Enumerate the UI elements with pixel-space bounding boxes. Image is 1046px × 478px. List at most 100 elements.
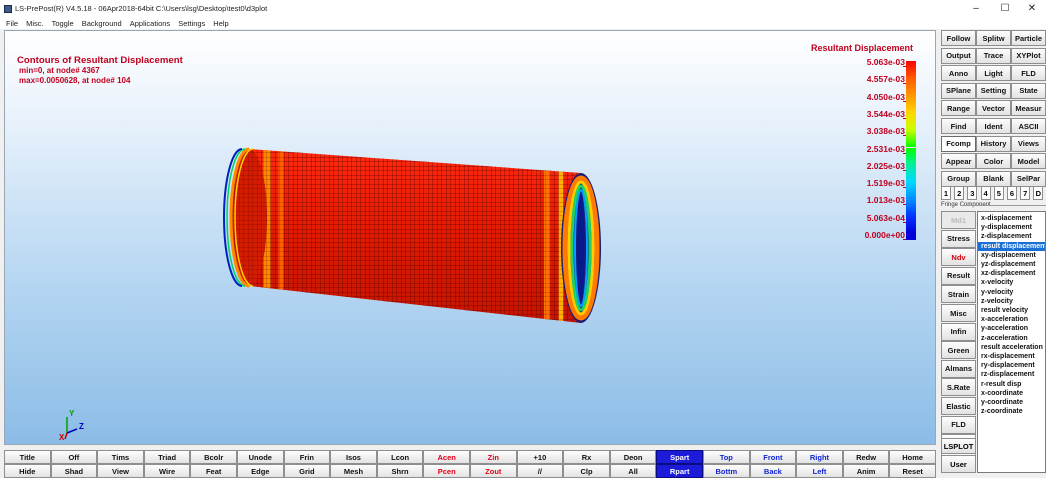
component-x-velocity[interactable]: x-velocity (978, 278, 1045, 287)
toolbar-left-button[interactable]: Left (796, 464, 843, 478)
toolbar-bcolr-button[interactable]: Bcolr (190, 450, 237, 464)
page-tab-1[interactable]: 1 (941, 186, 951, 200)
page-tab-5[interactable]: 5 (993, 186, 1004, 200)
btn-trace[interactable]: Trace (976, 47, 1011, 64)
page-tab-3[interactable]: 3 (967, 186, 978, 200)
component-y-displacement[interactable]: y-displacement (978, 223, 1045, 232)
toolbar-clp-button[interactable]: Clp (563, 464, 610, 478)
category-infin[interactable]: Infin (941, 322, 976, 341)
lsplot-button[interactable]: LSPLOT (941, 438, 976, 454)
category-fld[interactable]: FLD (941, 415, 976, 434)
toolbar-reset-button[interactable]: Reset (889, 464, 936, 478)
page-tab-4[interactable]: 4 (980, 186, 991, 200)
btn-appear[interactable]: Appear (941, 153, 976, 170)
toolbar-back-button[interactable]: Back (749, 464, 797, 478)
component-z-velocity[interactable]: z-velocity (978, 297, 1045, 306)
toolbar-spart-button[interactable]: Spart (656, 450, 703, 464)
toolbar-all-button[interactable]: All (609, 464, 657, 478)
toolbar-anim-button[interactable]: Anim (842, 464, 890, 478)
component-y-acceleration[interactable]: y-acceleration (978, 324, 1045, 333)
menu-misc[interactable]: Misc. (26, 19, 44, 28)
toolbar-front-button[interactable]: Front (749, 450, 797, 464)
toolbar-hide-button[interactable]: Hide (4, 464, 51, 478)
category-almans[interactable]: Almans (941, 359, 976, 378)
menu-background[interactable]: Background (82, 19, 122, 28)
category-s-rate[interactable]: S.Rate (941, 378, 976, 397)
btn-color[interactable]: Color (976, 153, 1011, 170)
menu-settings[interactable]: Settings (178, 19, 205, 28)
toolbar-shrn-button[interactable]: Shrn (376, 464, 424, 478)
toolbar-title-button[interactable]: Title (4, 450, 51, 464)
toolbar-isos-button[interactable]: Isos (330, 450, 377, 464)
category-result[interactable]: Result (941, 266, 976, 285)
btn-vector[interactable]: Vector (976, 100, 1011, 117)
menu-toggle[interactable]: Toggle (52, 19, 74, 28)
toolbar-bottm-button[interactable]: Bottm (703, 464, 750, 478)
category-stress[interactable]: Stress (941, 229, 976, 248)
component-xz-displacement[interactable]: xz-displacement (978, 269, 1045, 278)
component-z-acceleration[interactable]: z-acceleration (978, 334, 1045, 343)
toolbar-pcen-button[interactable]: Pcen (423, 464, 470, 478)
user-button[interactable]: User (941, 455, 976, 473)
menu-file[interactable]: File (6, 19, 18, 28)
btn-measur[interactable]: Measur (1011, 100, 1046, 117)
toolbar-right-button[interactable]: Right (796, 450, 843, 464)
toolbar-acen-button[interactable]: Acen (423, 450, 470, 464)
btn-ascii[interactable]: ASCII (1011, 118, 1046, 134)
component-xy-displacement[interactable]: xy-displacement (978, 251, 1045, 260)
menu-applications[interactable]: Applications (130, 19, 170, 28)
btn-fcomp[interactable]: Fcomp (941, 135, 976, 152)
category-strain[interactable]: Strain (941, 285, 976, 304)
toolbar-edge-button[interactable]: Edge (237, 464, 284, 478)
component-z-displacement[interactable]: z-displacement (978, 232, 1045, 241)
category-ndv[interactable]: Ndv (941, 248, 976, 267)
component-result-acceleration[interactable]: result acceleration (978, 343, 1045, 352)
btn-setting[interactable]: Setting (976, 82, 1011, 99)
component-result-velocity[interactable]: result velocity (978, 306, 1045, 315)
btn-blank[interactable]: Blank (976, 170, 1011, 187)
component-rz-displacement[interactable]: rz-displacement (978, 370, 1045, 379)
toolbar-home-button[interactable]: Home (889, 450, 936, 464)
btn-splane[interactable]: SPlane (941, 82, 976, 99)
component-ry-displacement[interactable]: ry-displacement (978, 361, 1045, 370)
toolbar-grid-button[interactable]: Grid (283, 464, 331, 478)
toolbar-shad-button[interactable]: Shad (50, 464, 98, 478)
toolbar-mesh-button[interactable]: Mesh (330, 464, 377, 478)
toolbar-plus-10-button[interactable]: +10 (516, 450, 564, 464)
category-misc[interactable]: Misc (941, 304, 976, 322)
component-result-displacement[interactable]: result displacement (978, 241, 1045, 251)
toolbar-tims-button[interactable]: Tims (97, 450, 144, 464)
minimize-button[interactable]: – (964, 3, 988, 14)
graphics-viewport[interactable]: Contours of Resultant Displacement min=0… (4, 30, 936, 445)
btn-history[interactable]: History (976, 135, 1011, 152)
close-button[interactable]: ✕ (1020, 3, 1044, 14)
menu-help[interactable]: Help (213, 19, 228, 28)
toolbar-redw-button[interactable]: Redw (842, 450, 890, 464)
btn-anno[interactable]: Anno (941, 65, 976, 82)
btn-state[interactable]: State (1011, 82, 1046, 99)
component-r-result-disp[interactable]: r-result disp (978, 380, 1045, 389)
toolbar-lcon-button[interactable]: Lcon (376, 450, 424, 464)
maximize-button[interactable]: ☐ (993, 3, 1017, 14)
toolbar-off-button[interactable]: Off (50, 450, 98, 464)
btn-particle[interactable]: Particle (1011, 30, 1046, 46)
component-rx-displacement[interactable]: rx-displacement (978, 352, 1045, 361)
btn-selpar[interactable]: SelPar (1011, 170, 1046, 187)
component-yz-displacement[interactable]: yz-displacement (978, 260, 1045, 269)
toolbar-unode-button[interactable]: Unode (237, 450, 284, 464)
toolbar-deon-button[interactable]: Deon (609, 450, 657, 464)
btn-find[interactable]: Find (941, 118, 976, 134)
btn-model[interactable]: Model (1011, 153, 1046, 170)
toolbar-triad-button[interactable]: Triad (143, 450, 191, 464)
btn-range[interactable]: Range (941, 100, 976, 117)
btn-splitw[interactable]: Splitw (976, 30, 1011, 46)
toolbar-frin-button[interactable]: Frin (283, 450, 331, 464)
toolbar-parallel-button[interactable]: // (516, 464, 564, 478)
component-z-coordinate[interactable]: z-coordinate (978, 407, 1045, 416)
page-tab-d[interactable]: D (1033, 186, 1044, 200)
btn-views[interactable]: Views (1011, 135, 1046, 152)
page-tab-7[interactable]: 7 (1020, 186, 1031, 200)
toolbar-zin-button[interactable]: Zin (470, 450, 517, 464)
toolbar-feat-button[interactable]: Feat (190, 464, 237, 478)
btn-ident[interactable]: Ident (976, 118, 1011, 134)
